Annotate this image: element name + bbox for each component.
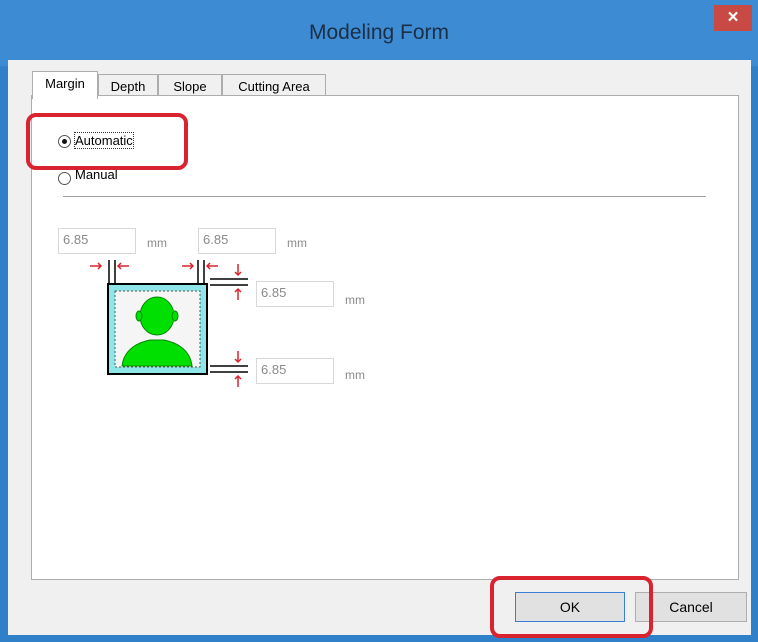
bottom-margin-unit: mm (345, 368, 365, 382)
left-margin-input[interactable]: 6.85 (58, 228, 136, 254)
right-margin-unit: mm (287, 236, 307, 250)
tab-cutting-area-label: Cutting Area (238, 79, 310, 94)
ok-highlight (490, 576, 653, 638)
portrait-frame-icon (107, 283, 208, 375)
title-bar[interactable]: Modeling Form × (0, 0, 758, 66)
tab-margin-label: Margin (45, 76, 85, 91)
bottom-margin-indicator-icon (210, 351, 248, 387)
manual-radio[interactable] (58, 172, 71, 185)
top-margin-indicator-icon (210, 264, 248, 300)
tab-slope-label: Slope (173, 79, 207, 94)
left-margin-unit: mm (147, 236, 167, 250)
dialog-window: Modeling Form × Margin Depth Slope Cutti… (0, 0, 758, 642)
tab-margin[interactable]: Margin (32, 71, 98, 99)
margin-diagram (90, 260, 248, 387)
left-margin-indicator-icon (90, 260, 129, 284)
tab-depth-label: Depth (110, 79, 146, 94)
window-title: Modeling Form (308, 21, 450, 44)
right-margin-indicator-icon (182, 260, 218, 284)
bottom-margin-input[interactable]: 6.85 (256, 358, 334, 384)
top-margin-input[interactable]: 6.85 (256, 281, 334, 307)
close-icon: × (727, 7, 739, 28)
right-margin-input[interactable]: 6.85 (198, 228, 276, 254)
top-margin-unit: mm (345, 293, 365, 307)
separator-line (63, 196, 706, 197)
close-button[interactable]: × (714, 5, 752, 31)
cancel-button-label: Cancel (669, 599, 713, 615)
automatic-highlight (26, 113, 188, 170)
